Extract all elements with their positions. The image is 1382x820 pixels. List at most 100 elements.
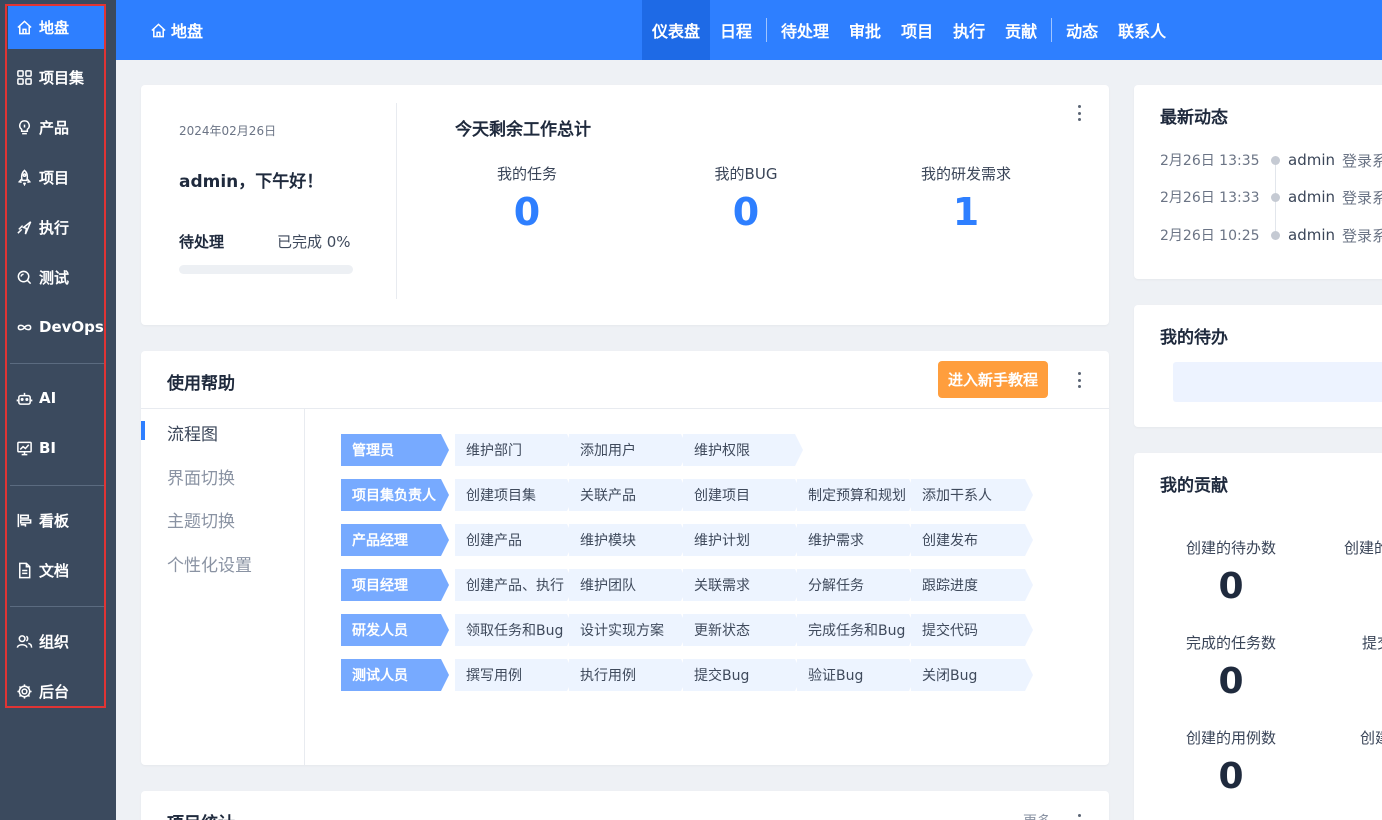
timeline-dot <box>1271 192 1280 202</box>
top-nav: 仪表盘 日程 待处理 审批 项目 执行 贡献 动态 联系人 <box>642 0 1176 60</box>
flow-step[interactable]: 提交代码 <box>911 614 1033 646</box>
flow-step[interactable]: 维护需求 <box>797 524 917 556</box>
tab-pending[interactable]: 待处理 <box>771 0 839 60</box>
active-indicator <box>141 421 145 440</box>
more-options-icon[interactable] <box>1071 812 1087 820</box>
sidebar-item-project[interactable]: 项目 <box>8 155 104 199</box>
flow-role: 项目集负责人 <box>341 479 449 511</box>
contribution-stat[interactable]: 创建的用例数 0 <box>1186 727 1276 797</box>
flow-step[interactable]: 提交Bug <box>683 659 803 691</box>
tab-execution[interactable]: 执行 <box>943 0 995 60</box>
contribution-stat[interactable]: 创建的 <box>1344 537 1382 558</box>
magnifier-icon <box>15 268 33 286</box>
sidebar-item-test[interactable]: 测试 <box>8 255 104 299</box>
sidebar-divider <box>10 485 104 486</box>
nav-divider <box>766 18 768 42</box>
todo-title: 我的待办 <box>1160 328 1228 348</box>
more-options-icon[interactable] <box>1071 370 1087 390</box>
flow-step[interactable]: 创建项目 <box>683 479 803 511</box>
flow-step[interactable]: 添加用户 <box>569 434 689 466</box>
flow-step[interactable]: 添加干系人 <box>911 479 1033 511</box>
contribution-title: 我的贡献 <box>1160 476 1228 496</box>
flow-step[interactable]: 创建发布 <box>911 524 1033 556</box>
sidebar-item-home[interactable]: 地盘 <box>8 5 104 49</box>
document-icon <box>15 561 33 579</box>
sidebar-item-ai[interactable]: AI <box>8 376 104 420</box>
help-menu-personalize[interactable]: 个性化设置 <box>167 551 252 576</box>
stat-my-stories[interactable]: 我的研发需求 1 <box>886 163 1046 234</box>
stat-value: 1 <box>952 190 980 234</box>
sidebar-item-devops[interactable]: DevOps <box>8 305 104 349</box>
stat-my-tasks[interactable]: 我的任务 0 <box>447 163 607 234</box>
flow-step[interactable]: 关联产品 <box>569 479 689 511</box>
flow-step[interactable]: 设计实现方案 <box>569 614 689 646</box>
rocket-icon <box>15 168 33 186</box>
flow-step[interactable]: 创建产品 <box>455 524 575 556</box>
tab-calendar[interactable]: 日程 <box>710 0 762 60</box>
flow-step[interactable]: 跟踪进度 <box>911 569 1033 601</box>
divider <box>396 103 397 299</box>
flow-step[interactable]: 执行用例 <box>569 659 689 691</box>
flow-step[interactable]: 更新状态 <box>683 614 803 646</box>
flow-step[interactable]: 领取任务和Bug <box>455 614 575 646</box>
flow-step[interactable]: 创建项目集 <box>455 479 575 511</box>
help-title: 使用帮助 <box>167 374 235 394</box>
kanban-icon <box>15 511 33 529</box>
flow-step[interactable]: 维护计划 <box>683 524 803 556</box>
sidebar-item-execution[interactable]: 执行 <box>8 205 104 249</box>
stat-my-bugs[interactable]: 我的BUG 0 <box>666 163 826 234</box>
tab-contribution[interactable]: 贡献 <box>995 0 1047 60</box>
flow-step[interactable]: 撰写用例 <box>455 659 575 691</box>
more-options-icon[interactable] <box>1071 103 1087 123</box>
contribution-stat[interactable]: 提交 <box>1362 632 1382 653</box>
flow-step[interactable]: 制定预算和规划 <box>797 479 917 511</box>
contribution-stat[interactable]: 创建的待办数 0 <box>1186 537 1276 607</box>
sidebar-item-label: 测试 <box>39 268 70 287</box>
flow-step[interactable]: 关联需求 <box>683 569 803 601</box>
flow-step[interactable]: 维护团队 <box>569 569 689 601</box>
tab-dynamics[interactable]: 动态 <box>1056 0 1108 60</box>
dynamics-item[interactable]: 2月26日 10:25 admin 登录系统 <box>1160 225 1382 245</box>
tab-dashboard[interactable]: 仪表盘 <box>642 0 711 60</box>
sidebar-item-admin[interactable]: 后台 <box>8 669 104 713</box>
sprint-icon <box>15 218 33 236</box>
dynamics-item[interactable]: 2月26日 13:35 admin 登录系统 <box>1160 150 1382 170</box>
sidebar-item-program[interactable]: 项目集 <box>8 55 104 99</box>
sidebar-item-label: 项目 <box>39 168 70 187</box>
tab-approval[interactable]: 审批 <box>839 0 891 60</box>
stat-label: 我的任务 <box>496 165 557 183</box>
help-menu-ui-switch[interactable]: 界面切换 <box>167 464 235 489</box>
flow-step[interactable]: 完成任务和Bug <box>797 614 917 646</box>
contribution-stat[interactable]: 完成的任务数 0 <box>1186 632 1276 702</box>
flow-role: 研发人员 <box>341 614 449 646</box>
more-link[interactable]: 更多 <box>1023 811 1051 820</box>
flow-step[interactable]: 分解任务 <box>797 569 917 601</box>
sidebar-item-product[interactable]: 产品 <box>8 105 104 149</box>
add-todo-button[interactable]: + <box>1173 362 1382 402</box>
tutorial-button[interactable]: 进入新手教程 <box>938 361 1048 398</box>
help-menu-flowchart[interactable]: 流程图 <box>167 420 218 445</box>
dynamics-user: admin <box>1288 226 1335 244</box>
contribution-value: 0 <box>1218 661 1244 702</box>
sidebar-item-doc[interactable]: 文档 <box>8 548 104 592</box>
sidebar-item-org[interactable]: 组织 <box>8 619 104 663</box>
help-menu-theme[interactable]: 主题切换 <box>167 507 235 532</box>
sidebar-item-bi[interactable]: BI <box>8 426 104 470</box>
flow-step[interactable]: 维护部门 <box>455 434 575 466</box>
tab-project[interactable]: 项目 <box>891 0 943 60</box>
flow-step[interactable]: 关闭Bug <box>911 659 1033 691</box>
robot-icon <box>15 389 33 407</box>
chart-board-icon <box>15 439 33 457</box>
tab-contacts[interactable]: 联系人 <box>1108 0 1176 60</box>
sidebar-item-label: 产品 <box>39 118 70 137</box>
todo-card: 我的待办 + <box>1134 305 1382 427</box>
sidebar-item-kanban[interactable]: 看板 <box>8 498 104 542</box>
flow-step[interactable]: 维护权限 <box>683 434 803 466</box>
project-stats-title: 项目统计 <box>167 809 235 820</box>
flow-step[interactable]: 维护模块 <box>569 524 689 556</box>
flow-step[interactable]: 创建产品、执行 <box>455 569 575 601</box>
contribution-stat[interactable]: 创建 <box>1360 727 1382 748</box>
breadcrumb[interactable]: 地盘 <box>150 0 203 60</box>
flow-step[interactable]: 验证Bug <box>797 659 917 691</box>
dynamics-item[interactable]: 2月26日 13:33 admin 登录系统 <box>1160 187 1382 207</box>
